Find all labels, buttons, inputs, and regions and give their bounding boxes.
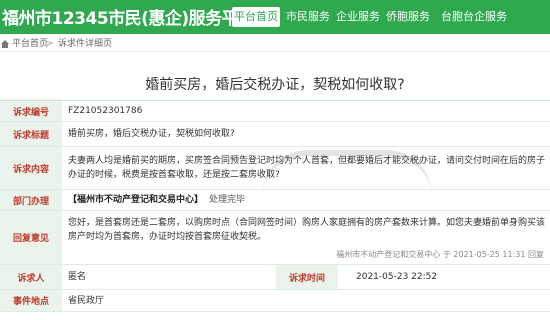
content-value: 夫妻两人均是婚前买的期房，买房签合同预告登记时均为个人首套，但都要婚后才能交税办… — [68, 156, 546, 180]
place-value: 省民政厅 — [68, 295, 105, 306]
dept-label: 部门办理 — [0, 190, 62, 210]
number-label: 诉求编号 — [0, 101, 62, 121]
breadcrumb: 平台首页 > 诉求件详细页 — [0, 36, 550, 52]
row-content: 诉求内容 夫妻两人均是婚前买的期房，买房签合同预告登记时均为个人首套，但都要婚后… — [0, 147, 550, 190]
nav-home[interactable]: 平台首页 — [232, 7, 280, 27]
nav-overseas-chinese-service[interactable]: 侨胞服务 — [384, 7, 432, 27]
request-detail-table: 诉求编号 FZ21052301786 诉求标题 婚前买房，婚后交税办证，契税如何… — [0, 100, 550, 312]
place-label: 事件地点 — [0, 290, 62, 311]
breadcrumb-separator: > — [46, 39, 54, 49]
reply-label: 回复意见 — [0, 211, 62, 264]
nav-enterprise-service[interactable]: 企业服务 — [334, 7, 382, 27]
row-reply: 回复意见 您好，是首套房还是二套房，以购房时点（合同网签时间）购房人家庭拥有的房… — [0, 211, 550, 265]
breadcrumb-home[interactable]: 平台首页 — [12, 36, 48, 52]
subject-value: 婚前买房，婚后交税办证，契税如何收取? — [68, 129, 235, 139]
home-icon — [0, 36, 10, 55]
appellant-value: 匿名 — [68, 272, 87, 282]
site-logo[interactable]: 福州市12345市民(惠企)服务平台 — [2, 4, 255, 29]
page-title: 婚前买房，婚后交税办证，契税如何收取? — [145, 77, 405, 93]
dept-value: 【福州市不动产登记和交易中心】 处理完毕 — [68, 190, 546, 210]
top-header: 福州市12345市民(惠企)服务平台 平台首页 市民服务 企业服务 侨胞服务 台… — [0, 0, 550, 34]
nav-taiwan-service[interactable]: 台胞台企服务 — [434, 7, 514, 27]
time-label: 诉求时间 — [276, 265, 338, 289]
row-department: 部门办理 【福州市不动产登记和交易中心】 处理完毕 — [0, 190, 550, 211]
dept-name: 【福州市不动产登记和交易中心】 — [68, 195, 204, 205]
row-number: 诉求编号 FZ21052301786 — [0, 101, 550, 122]
row-subject: 诉求标题 婚前买房，婚后交税办证，契税如何收取? — [0, 122, 550, 147]
dept-status: 处理完毕 — [209, 195, 246, 205]
row-appellant-time: 诉求人 匿名 诉求时间 2021-05-23 22:52 — [0, 265, 550, 290]
appellant-label: 诉求人 — [0, 265, 62, 289]
number-value: FZ21052301786 — [68, 106, 143, 116]
breadcrumb-current: 诉求件详细页 — [58, 39, 113, 49]
reply-footer: 福州市不动产登记和交易中心 于 2021-05-25 11:31 回复 — [336, 250, 544, 259]
row-place: 事件地点 省民政厅 — [0, 290, 550, 312]
content-label: 诉求内容 — [0, 147, 62, 189]
time-value: 2021-05-23 22:52 — [356, 272, 438, 282]
subject-label: 诉求标题 — [0, 122, 62, 146]
nav-citizen-service[interactable]: 市民服务 — [284, 7, 332, 27]
